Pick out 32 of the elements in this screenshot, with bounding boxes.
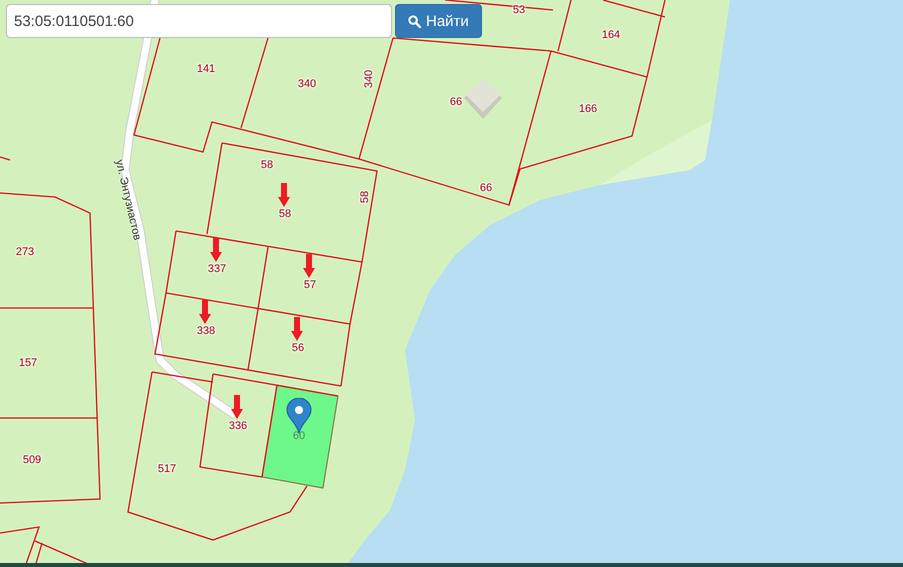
highlighted-parcel[interactable] — [261, 384, 339, 489]
arrow-marker-icon[interactable] — [199, 300, 211, 324]
parcel-number: 336 — [228, 420, 248, 432]
parcel-number: 340 — [363, 70, 375, 88]
parcel-number: 517 — [158, 463, 176, 475]
parcel-number: 340 — [298, 78, 316, 90]
parcel-number: 58 — [278, 208, 292, 220]
parcel-number: 164 — [602, 29, 620, 41]
parcel-number: 53 — [512, 4, 526, 16]
arrow-marker-icon[interactable] — [291, 317, 303, 341]
parcel-number: 157 — [18, 357, 38, 369]
parcel-number: 509 — [22, 454, 42, 466]
parcel-number: 60 — [292, 430, 306, 442]
search-button[interactable]: Найти — [395, 4, 482, 38]
parcel-number: 58 — [260, 159, 274, 171]
arrow-marker-icon[interactable] — [210, 238, 222, 262]
search-icon — [408, 14, 421, 28]
parcel-number: 57 — [304, 279, 316, 291]
parcel-number: 337 — [208, 263, 226, 275]
parcel-number: 66 — [450, 96, 462, 108]
arrow-marker-icon[interactable] — [278, 183, 290, 207]
arrow-marker-icon[interactable] — [231, 395, 243, 419]
parcel-number: 141 — [196, 63, 216, 75]
parcel-number: 338 — [196, 325, 216, 337]
parcel-number: 166 — [578, 103, 598, 115]
search-field[interactable]: 53:05:0110501:60 — [6, 4, 392, 38]
parcel-number: 66 — [480, 182, 492, 194]
parcel-number: 56 — [292, 342, 304, 354]
building-icon — [464, 79, 502, 119]
arrow-marker-icon[interactable] — [303, 254, 315, 278]
parcel-number: 58 — [359, 190, 371, 204]
parcel-number: 273 — [16, 246, 34, 258]
